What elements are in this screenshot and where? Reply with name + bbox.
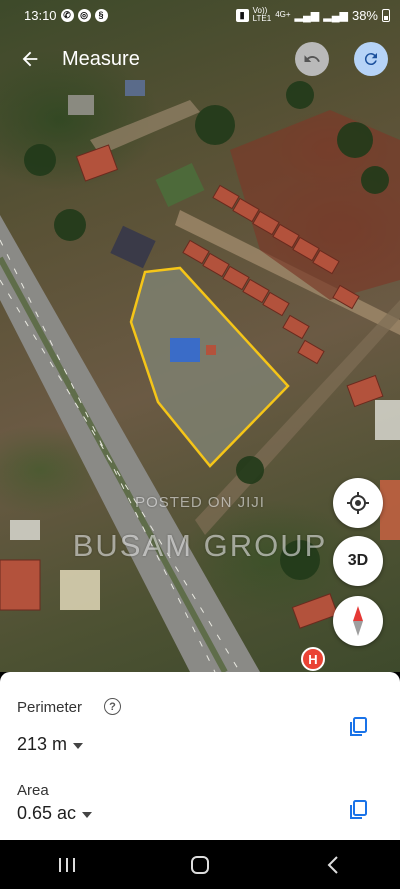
back-arrow-icon [22, 51, 38, 67]
copy-perimeter-button[interactable] [346, 715, 370, 739]
instagram-icon: ◎ [77, 8, 91, 22]
undo-icon [304, 55, 320, 62]
home-icon [190, 855, 209, 874]
three-d-button[interactable]: 3D [333, 536, 383, 586]
network-type: 4G+ [275, 10, 291, 19]
battery-icon [382, 8, 390, 22]
area-value: 0.65 ac [17, 803, 77, 823]
chevron-left-icon [327, 855, 339, 874]
phone-icon: ✆ [60, 8, 74, 22]
area-label: Area [17, 782, 49, 799]
dropdown-caret-icon [73, 742, 84, 749]
my-location-icon [347, 492, 369, 514]
app-bar: Measure [0, 34, 400, 84]
copy-area-button[interactable] [346, 798, 370, 822]
perimeter-value-dropdown[interactable]: 213 m [17, 734, 84, 755]
system-back-button[interactable] [303, 845, 363, 885]
dropdown-caret-icon [82, 811, 93, 818]
status-time: 13:10 [24, 7, 57, 23]
copy-icon [350, 717, 367, 736]
copy-icon [350, 800, 367, 819]
perimeter-label: Perimeter [17, 699, 83, 716]
signal-icon: ▂▄▆ [294, 9, 320, 22]
page-title: Measure [62, 47, 140, 70]
redo-icon [364, 53, 377, 66]
network-sub-label: LTE1 [252, 14, 272, 23]
my-location-button[interactable] [333, 478, 383, 528]
hospital-marker-label: H [308, 652, 317, 667]
compass-icon [353, 606, 363, 636]
back-button[interactable] [10, 39, 50, 79]
status-bar: 13:10 ✆ ◎ § ▮ Vo)) LTE1 4G+ ▂▄▆ ▂▄▆ 38% [0, 0, 400, 30]
system-nav-bar [0, 840, 400, 889]
area-value-dropdown[interactable]: 0.65 ac [17, 803, 93, 824]
help-icon[interactable]: ? [104, 698, 121, 715]
data-saver-icon: § [94, 8, 108, 22]
compass-button[interactable] [333, 596, 383, 646]
perimeter-value: 213 m [17, 734, 68, 754]
blue-rooftop [170, 338, 200, 362]
measurement-sheet: Perimeter ? 213 m Area 0.65 ac [0, 672, 400, 840]
home-button[interactable] [170, 845, 230, 885]
sim-lock-icon: ▮ [235, 8, 249, 22]
recent-apps-button[interactable] [37, 845, 97, 885]
redo-button[interactable] [354, 42, 388, 76]
recent-apps-icon [58, 857, 75, 872]
undo-button[interactable] [295, 42, 329, 76]
battery-percent: 38% [351, 7, 378, 23]
signal-icon-2: ▂▄▆ [323, 9, 348, 22]
